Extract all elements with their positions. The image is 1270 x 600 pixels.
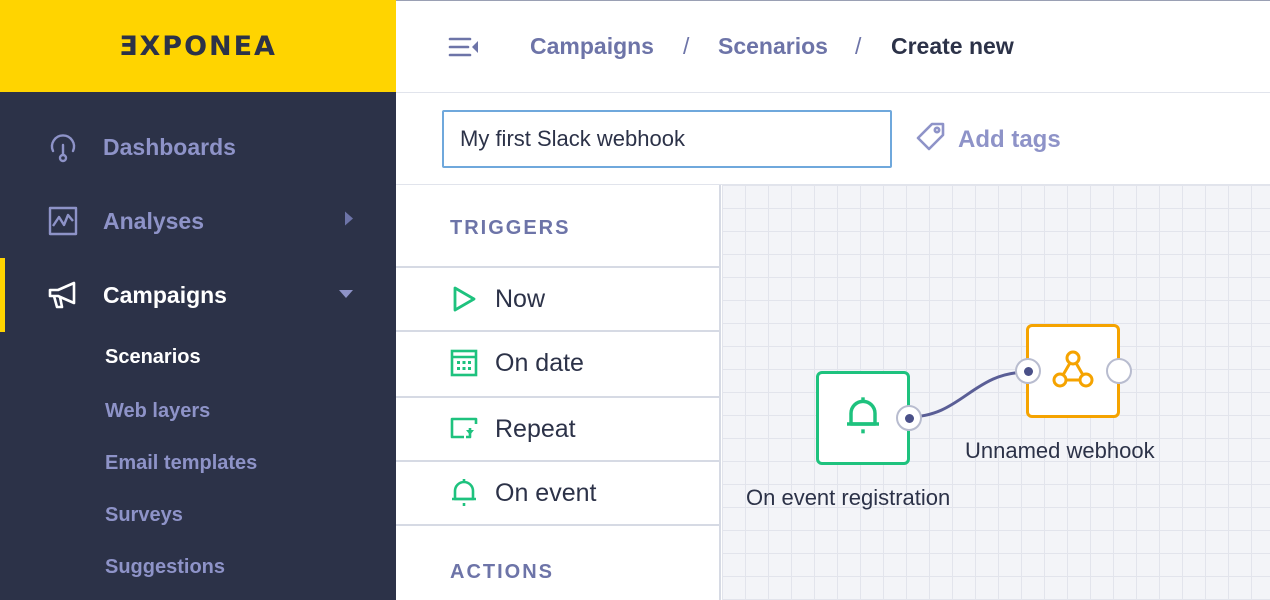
sidebar-item-analyses[interactable]: Analyses xyxy=(0,184,396,258)
trigger-on-date[interactable]: On date xyxy=(396,330,719,394)
sidebar-subitem-web-layers[interactable]: Web layers xyxy=(105,400,210,423)
output-port[interactable] xyxy=(1106,358,1132,384)
top-header: Campaigns / Scenarios / Create new xyxy=(396,0,1270,93)
sidebar-item-label: Dashboards xyxy=(103,133,236,160)
connection-line xyxy=(907,370,1029,419)
sidebar-subitem-scenarios[interactable]: Scenarios xyxy=(105,346,201,369)
sidebar: Dashboards Analyses Campaigns Scenarios … xyxy=(0,92,396,600)
logo-bar[interactable]: ƎXPONEA xyxy=(0,0,396,92)
bell-icon xyxy=(450,479,478,507)
sidebar-item-dashboards[interactable]: Dashboards xyxy=(0,110,396,184)
tag-icon xyxy=(916,121,946,158)
webhook-icon xyxy=(1051,349,1095,394)
trigger-label: On event xyxy=(495,478,597,507)
megaphone-icon xyxy=(46,278,80,312)
breadcrumb-separator: / xyxy=(855,33,862,59)
triggers-heading: TRIGGERS xyxy=(450,217,571,239)
bell-icon xyxy=(843,396,883,441)
chevron-right-icon xyxy=(344,211,354,232)
sidebar-item-label: Analyses xyxy=(103,207,205,234)
breadcrumb-campaigns[interactable]: Campaigns xyxy=(530,33,654,60)
add-tags-button[interactable]: Add tags xyxy=(916,121,1061,158)
trigger-repeat[interactable]: Repeat xyxy=(396,396,719,460)
port-dot xyxy=(905,414,914,423)
scenario-name-input[interactable] xyxy=(442,110,892,168)
add-tags-label: Add tags xyxy=(958,125,1061,153)
breadcrumb-current: Create new xyxy=(891,33,1014,59)
port-dot xyxy=(1024,367,1033,376)
collapse-menu-icon[interactable] xyxy=(448,35,480,59)
trigger-label: Repeat xyxy=(495,414,576,443)
chevron-down-icon xyxy=(338,286,354,304)
active-indicator xyxy=(0,258,5,332)
sidebar-item-label: Campaigns xyxy=(103,281,227,308)
breadcrumb-separator: / xyxy=(683,33,690,59)
sidebar-subitem-surveys[interactable]: Surveys xyxy=(105,504,183,527)
breadcrumb-scenarios[interactable]: Scenarios xyxy=(718,33,828,60)
gauge-icon xyxy=(46,130,80,164)
sidebar-subitem-suggestions[interactable]: Suggestions xyxy=(105,556,225,579)
actions-heading: ACTIONS xyxy=(450,561,554,583)
scenario-name-bar: Add tags xyxy=(396,93,1270,185)
sidebar-item-campaigns[interactable]: Campaigns xyxy=(0,258,396,332)
trigger-label: On date xyxy=(495,348,584,377)
output-port[interactable] xyxy=(896,405,922,431)
repeat-icon xyxy=(450,415,478,443)
calendar-icon xyxy=(450,349,478,377)
exponea-logo: ƎXPONEA xyxy=(119,30,277,62)
chart-icon xyxy=(46,204,80,238)
node-palette: TRIGGERS Now On date Repeat On event ACT… xyxy=(396,185,721,600)
input-port[interactable] xyxy=(1015,358,1041,384)
trigger-label: Now xyxy=(495,284,546,313)
play-icon xyxy=(450,285,478,313)
trigger-now[interactable]: Now xyxy=(396,266,719,330)
sidebar-subitem-email-templates[interactable]: Email templates xyxy=(105,452,257,475)
node-label: Unnamed webhook xyxy=(965,438,1155,463)
scenario-canvas[interactable]: On event registration Unnamed webhook xyxy=(722,185,1270,600)
node-label: On event registration xyxy=(746,485,951,510)
trigger-on-event[interactable]: On event xyxy=(396,460,719,526)
